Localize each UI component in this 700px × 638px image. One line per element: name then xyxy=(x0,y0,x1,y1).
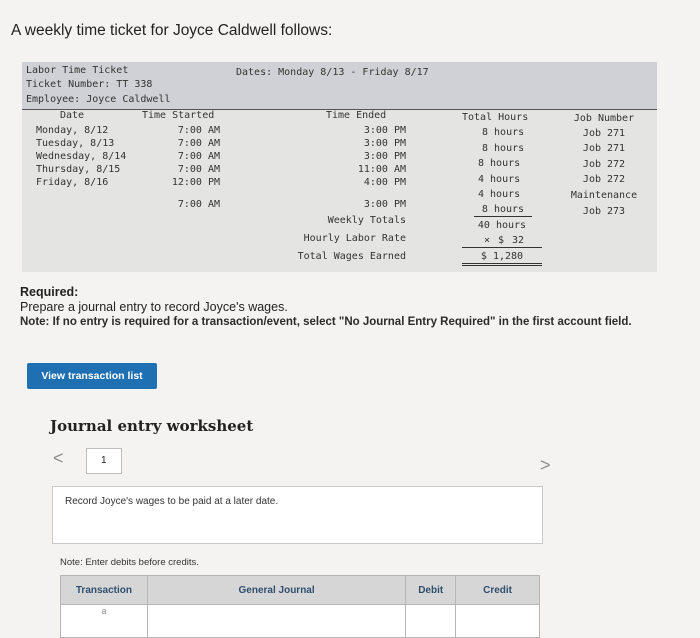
col-date-header: Date xyxy=(59,110,85,121)
ticket-dates: Dates: Monday 8/13 - Friday 8/17 xyxy=(236,67,429,78)
worksheet-page-tab[interactable]: 1 xyxy=(86,448,122,474)
credit-header: Credit xyxy=(455,575,540,605)
transaction-cell: a xyxy=(60,604,148,638)
weekly-totals-value: 40 hours xyxy=(477,220,527,231)
time-started-cell: 7:00 AM xyxy=(177,138,220,149)
col-ended-header: Time Ended xyxy=(326,110,387,121)
time-ended-cell: 3:00 PM xyxy=(363,125,406,136)
required-label: Required: xyxy=(20,285,79,299)
general-journal-header: General Journal xyxy=(146,575,407,605)
weekly-totals-label: Weekly Totals xyxy=(327,215,406,226)
time-started-cell: 7:00 AM xyxy=(177,151,220,162)
credit-cell[interactable] xyxy=(455,604,540,638)
total-hours-cell: 8 hours xyxy=(478,158,521,169)
ticket-employee: Employee: Joyce Caldwell xyxy=(26,94,171,105)
total-hours-cell: 4 hours xyxy=(478,174,521,185)
time-started-cell: 12:00 PM xyxy=(171,177,220,188)
time-started-cell: 7:00 AM xyxy=(177,199,220,210)
time-ended-cell: 4:00 PM xyxy=(363,177,406,188)
ticket-label: Labor Time Ticket xyxy=(26,65,129,76)
debits-before-credits-note: Note: Enter debits before credits. xyxy=(60,557,199,568)
rate-multiply-sign: × xyxy=(484,235,491,246)
ticket-date-row: Friday, 8/16 xyxy=(36,177,109,188)
ticket-date-row: Monday, 8/12 xyxy=(36,125,109,136)
time-ended-cell: 3:00 PM xyxy=(363,151,406,162)
required-note: Note: If no entry is required for a tran… xyxy=(20,316,632,328)
job-number-cell: Job 273 xyxy=(582,206,626,217)
view-transaction-list-button[interactable]: View transaction list xyxy=(27,363,157,389)
required-text: Prepare a journal entry to record Joyce'… xyxy=(20,300,288,314)
job-number-cell: Job 272 xyxy=(582,174,626,185)
total-hours-cell: 4 hours xyxy=(478,189,521,200)
time-ended-cell: 11:00 AM xyxy=(357,164,406,175)
total-wages-label: Total Wages Earned xyxy=(297,251,406,262)
debit-header: Debit xyxy=(405,575,457,605)
job-number-cell: Job 272 xyxy=(582,159,626,170)
intro-text: A weekly time ticket for Joyce Caldwell … xyxy=(11,22,333,39)
ticket-date-row: Thursday, 8/15 xyxy=(36,164,121,175)
general-journal-cell[interactable] xyxy=(146,604,407,638)
total-hours-cell: 8 hours xyxy=(482,143,525,154)
time-ended-cell: 3:00 PM xyxy=(363,138,406,149)
total-wages-value: $ 1,280 xyxy=(462,250,542,266)
job-number-cell: Maintenance xyxy=(570,190,638,201)
hourly-rate-label: Hourly Labor Rate xyxy=(303,233,406,244)
record-instruction-box: Record Joyce's wages to be paid at a lat… xyxy=(52,486,543,544)
labor-time-ticket: Labor Time Ticket Ticket Number: TT 338 … xyxy=(22,62,657,272)
job-number-cell: Job 271 xyxy=(582,143,626,154)
debit-cell[interactable] xyxy=(405,604,457,638)
col-job-header: Job Number xyxy=(573,113,635,124)
worksheet-title: Journal entry worksheet xyxy=(50,417,254,435)
col-started-header: Time Started xyxy=(142,110,215,121)
worksheet-page-number: 1 xyxy=(101,455,107,466)
rate-amount: 32 xyxy=(512,235,525,246)
record-instruction-text: Record Joyce's wages to be paid at a lat… xyxy=(65,496,279,507)
time-started-cell: 7:00 AM xyxy=(177,125,220,136)
ticket-date-row: Tuesday, 8/13 xyxy=(36,138,115,149)
chevron-right-icon[interactable]: > xyxy=(540,455,551,476)
ticket-date-row: Wednesday, 8/14 xyxy=(36,151,127,162)
job-number-cell: Job 271 xyxy=(582,128,626,139)
total-hours-cell: 8 hours xyxy=(474,203,532,217)
hourly-rate-value: × $ 32 xyxy=(462,234,542,248)
rate-dollar-sign: $ xyxy=(498,235,505,246)
chevron-left-icon[interactable]: < xyxy=(53,448,64,469)
transaction-header: Transaction xyxy=(60,575,148,605)
total-hours-cell: 8 hours xyxy=(482,127,525,138)
time-ended-cell: 3:00 PM xyxy=(363,199,406,210)
journal-entry-table: Transaction General Journal Debit Credit… xyxy=(60,575,540,638)
time-started-cell: 7:00 AM xyxy=(177,164,220,175)
col-total-header: Total Hours xyxy=(462,112,529,123)
ticket-number: Ticket Number: TT 338 xyxy=(26,79,153,90)
